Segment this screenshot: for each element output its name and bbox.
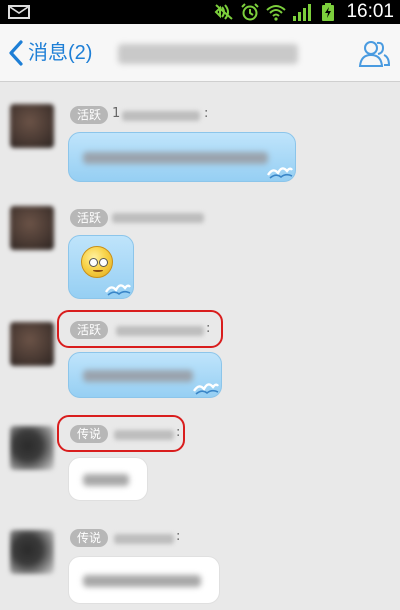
message-bubble[interactable]: [68, 457, 148, 501]
status-icons: [214, 3, 338, 21]
avatar[interactable]: [10, 322, 54, 366]
status-bar: 16:01: [0, 0, 400, 24]
back-label: 消息(2): [28, 42, 93, 64]
chevron-left-icon: [9, 40, 23, 66]
message-text-redacted: [83, 575, 201, 587]
member-level-badge: 传说: [70, 529, 109, 547]
member-level-badge: 活跃: [70, 209, 109, 227]
avatar[interactable]: [10, 426, 54, 470]
message-bubble[interactable]: [68, 132, 296, 182]
sender-name-redacted: [112, 213, 204, 223]
signal-icon: [293, 4, 311, 21]
message-bubble[interactable]: [68, 352, 222, 398]
avatar[interactable]: [10, 206, 54, 250]
message-text-redacted: [83, 474, 129, 486]
member-level-badge: 活跃: [70, 106, 109, 124]
emoji-sticker: [81, 246, 113, 278]
emoji-message-bubble[interactable]: [68, 235, 134, 299]
wave-decoration-icon: [267, 167, 293, 179]
wave-decoration-icon: [193, 383, 219, 395]
sender-name-redacted: [122, 111, 200, 121]
sender-colon: :: [204, 106, 209, 121]
message-bubble[interactable]: [68, 556, 220, 604]
silent-icon: [214, 4, 233, 20]
mail-icon: [8, 5, 30, 19]
sender-colon: :: [176, 529, 181, 544]
avatar[interactable]: [10, 104, 54, 148]
battery-charging-icon: [322, 3, 334, 21]
highlight-box: [57, 310, 223, 348]
message-text-redacted: [83, 152, 268, 164]
avatar[interactable]: [10, 530, 54, 574]
highlight-box: [57, 415, 185, 452]
group-members-icon[interactable]: [358, 38, 390, 68]
chat-header: 消息(2): [0, 24, 400, 82]
message-text-redacted: [83, 370, 193, 382]
sender-name-redacted: [114, 534, 174, 544]
back-button[interactable]: 消息(2): [6, 38, 92, 68]
wifi-icon: [266, 5, 286, 21]
sender-name-prefix: 1: [112, 106, 121, 121]
alarm-icon: [241, 3, 259, 21]
group-title-redacted: [118, 44, 298, 64]
status-time: 16:01: [346, 1, 394, 22]
wave-decoration-icon: [105, 284, 131, 296]
